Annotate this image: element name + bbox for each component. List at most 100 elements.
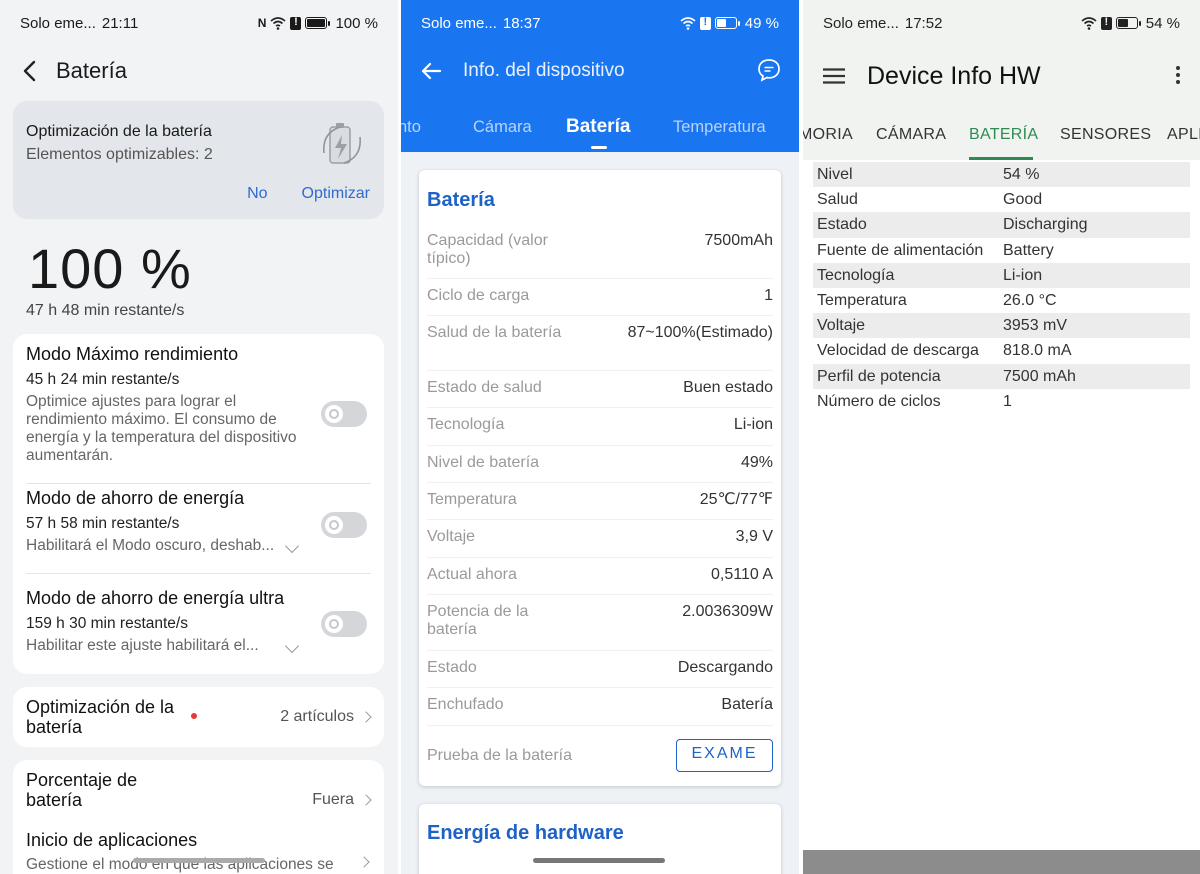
row-label: Ciclo de carga	[427, 287, 530, 304]
row-label: Velocidad de descarga	[817, 342, 979, 360]
dismiss-button[interactable]: No	[247, 185, 267, 203]
wifi-icon	[1081, 17, 1097, 30]
row-value: Good	[1003, 191, 1043, 209]
chevron-down-icon[interactable]	[284, 638, 300, 654]
clock: 18:37	[502, 14, 541, 32]
battery-settings-screen: Solo eme... 21:11 N 100 % Batería Optimi…	[0, 0, 398, 874]
row-label: Salud	[817, 191, 858, 209]
row-value: 7500 mAh	[1003, 367, 1076, 385]
tab-battery[interactable]: Batería	[566, 116, 630, 138]
row-value: 1	[764, 287, 773, 304]
tab-previous[interactable]: nto	[401, 118, 421, 137]
table-row: Tecnología Li-ion	[813, 262, 1190, 288]
back-arrow-icon[interactable]	[421, 62, 441, 80]
table-row: Perfil de potencia 7500 mAh	[813, 363, 1190, 389]
mode-remaining: 57 h 58 min restante/s	[26, 515, 180, 532]
table-row: Velocidad de descarga 818.0 mA	[813, 338, 1190, 363]
carrier-label: Solo eme...	[421, 14, 497, 32]
ultra-power-saving-toggle[interactable]	[321, 611, 367, 637]
row-value: Batería	[721, 696, 773, 713]
info-row: Tecnología Li-ion	[427, 416, 773, 446]
row-label: Voltaje	[427, 528, 476, 545]
info-row: Nivel de batería 49%	[427, 454, 773, 483]
row-value: 2 artículos	[280, 708, 372, 726]
hamburger-menu-icon[interactable]	[823, 68, 845, 84]
notification-dot	[191, 713, 197, 719]
row-label: Nivel de batería	[427, 454, 540, 471]
mode-ultra-power-saving: Modo de ahorro de energía ultra 159 h 30…	[26, 588, 371, 655]
row-value: Li-ion	[733, 416, 773, 433]
row-title: Porcentaje de batería	[26, 770, 138, 810]
exam-button[interactable]: EXAME	[676, 739, 773, 772]
mode-max-performance: Modo Máximo rendimiento 45 h 24 min rest…	[26, 344, 371, 484]
status-bar: Solo eme... 17:52 54 %	[803, 0, 1200, 46]
row-value: 818.0 mA	[1003, 342, 1072, 360]
row-value: 3953 mV	[1003, 317, 1068, 335]
battery-optimization-row[interactable]: Optimización de la batería 2 artículos	[13, 687, 384, 747]
tab-temperature[interactable]: Temperatura	[673, 118, 766, 137]
info-row: Ciclo de carga 1	[427, 287, 773, 316]
tab-camera[interactable]: CÁMARA	[876, 126, 946, 144]
battery-icon	[1115, 17, 1141, 29]
row-value: Battery	[1003, 241, 1054, 259]
power-saving-toggle[interactable]	[321, 512, 367, 538]
info-row: Actual ahora 0,5110 A	[427, 566, 773, 595]
tab-camera[interactable]: Cámara	[473, 118, 532, 137]
more-options-icon[interactable]	[1176, 66, 1180, 84]
row-title: Inicio de aplicaciones	[26, 830, 198, 850]
row-value: 1	[1003, 392, 1012, 410]
power-modes-card: Modo Máximo rendimiento 45 h 24 min rest…	[13, 334, 384, 674]
row-label: Enchufado	[427, 696, 504, 713]
info-row: Voltaje 3,9 V	[427, 528, 773, 558]
wifi-icon	[270, 17, 286, 30]
mode-power-saving: Modo de ahorro de energía 57 h 58 min re…	[26, 488, 371, 574]
battery-bolt-icon	[323, 123, 361, 164]
tab-apps[interactable]: APLI	[1167, 126, 1200, 144]
app-title: Device Info HW	[867, 61, 1041, 90]
device-info-hw-screen: Solo eme... 17:52 54 % Device Info HW MO…	[803, 0, 1200, 874]
row-value: Discharging	[1003, 216, 1088, 234]
optimize-button[interactable]: Optimizar	[302, 185, 370, 203]
chevron-down-icon[interactable]	[284, 538, 300, 554]
carrier-label: Solo eme...	[823, 14, 899, 32]
back-arrow-icon[interactable]	[22, 60, 38, 82]
max-performance-toggle[interactable]	[321, 401, 367, 427]
chevron-right-icon	[360, 711, 372, 723]
feedback-icon[interactable]	[757, 58, 781, 82]
info-row: Potencia de la batería 2.0036309W	[427, 603, 773, 651]
toolbar: Info. del dispositivo	[421, 52, 625, 90]
row-value: Buen estado	[683, 379, 773, 396]
row-label: Prueba de la batería	[427, 747, 572, 764]
table-row: Estado Discharging	[813, 212, 1190, 238]
toolbar: Device Info HW	[823, 58, 1041, 94]
row-value: 49%	[740, 454, 773, 471]
info-row: Estado de salud Buen estado	[427, 379, 773, 408]
row-value: Descargando	[677, 659, 773, 676]
row-label: Estado de salud	[427, 379, 542, 396]
active-tab-indicator	[969, 157, 1033, 160]
row-value: 54 %	[1003, 166, 1040, 183]
row-title: Optimización de la batería	[26, 697, 175, 737]
row-label: Tecnología	[817, 266, 895, 284]
table-row: Número de ciclos 1	[813, 389, 1190, 414]
battery-percent: 100 %	[335, 14, 378, 32]
battery-percentage-row[interactable]: Porcentaje de batería Fuera	[26, 770, 372, 820]
tab-battery[interactable]: BATERÍA	[969, 126, 1038, 144]
tab-memory[interactable]: MORIA	[803, 126, 853, 144]
tab-sensors[interactable]: SENSORES	[1060, 126, 1151, 144]
tab-bar: nto Cámara Batería Temperatura	[401, 108, 799, 152]
chevron-right-icon	[360, 794, 372, 806]
mode-title: Modo de ahorro de energía	[26, 488, 245, 508]
home-indicator[interactable]	[133, 858, 265, 863]
home-indicator[interactable]	[533, 858, 665, 863]
row-label: Potencia de la batería	[427, 603, 529, 638]
row-value: 2.0036309W	[682, 603, 773, 620]
hardware-energy-card: Energía de hardware	[419, 804, 781, 874]
mode-description: Optimice ajustes para lograr el rendimie…	[26, 393, 297, 464]
row-value: 87~100%(Estimado)	[627, 324, 773, 341]
device-info-screen: Solo eme... 18:37 49 % Info. del disposi…	[401, 0, 799, 874]
optimization-card: Optimización de la batería Elementos opt…	[13, 101, 384, 219]
app-launch-row[interactable]: Inicio de aplicaciones Gestione el modo …	[26, 830, 371, 874]
row-value: 0,5110 A	[711, 566, 773, 583]
mode-title: Modo Máximo rendimiento	[26, 344, 239, 364]
